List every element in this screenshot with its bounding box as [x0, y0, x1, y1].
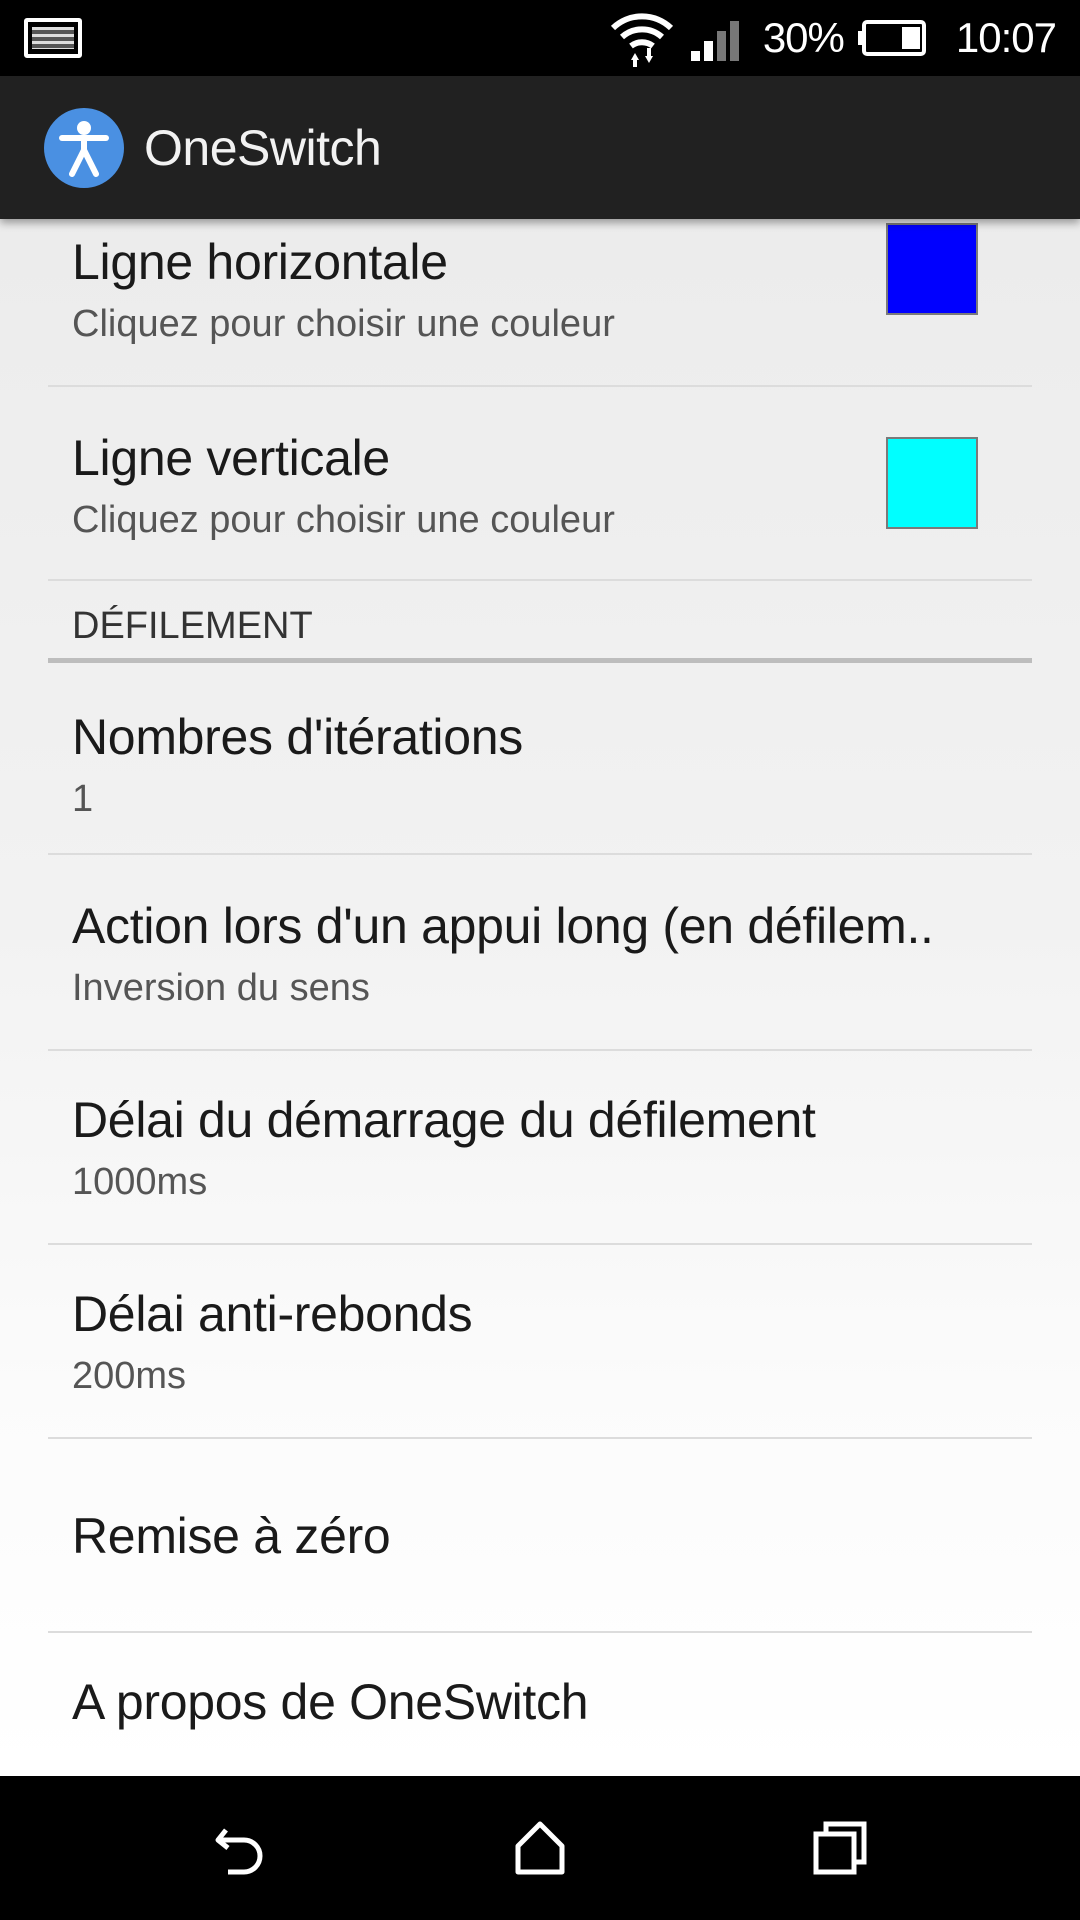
pref-horizontal-line-color[interactable]: Ligne horizontale Cliquez pour choisir u… [48, 219, 1032, 387]
pref-title: Ligne verticale [72, 430, 390, 486]
pref-title: Nombres d'itérations [72, 709, 523, 765]
pref-about[interactable]: A propos de OneSwitch [48, 1633, 1032, 1776]
wifi-icon [610, 13, 673, 67]
pref-debounce-delay[interactable]: Délai anti-rebonds 200ms [48, 1245, 1032, 1439]
recents-icon[interactable] [808, 1816, 872, 1880]
pref-title: Remise à zéro [72, 1508, 391, 1564]
pref-summary: Cliquez pour choisir une couleur [72, 303, 615, 345]
category-title: DÉFILEMENT [72, 605, 313, 647]
navigation-bar [0, 1776, 1080, 1920]
pref-summary: Inversion du sens [72, 967, 370, 1009]
category-header-scroll: DÉFILEMENT [48, 581, 1032, 663]
pref-title: Délai du démarrage du défilement [72, 1092, 816, 1148]
pref-summary: 1000ms [72, 1161, 208, 1203]
status-icons: 30% 10:07 [609, 0, 1057, 76]
pref-vertical-line-color[interactable]: Ligne verticale Cliquez pour choisir une… [48, 387, 1032, 581]
notification-image-icon [24, 18, 82, 58]
pref-summary: Cliquez pour choisir une couleur [72, 499, 615, 541]
settings-list[interactable]: Ligne horizontale Cliquez pour choisir u… [0, 219, 1080, 1776]
color-swatch-cyan[interactable] [886, 437, 978, 529]
pref-title: Délai anti-rebonds [72, 1286, 473, 1342]
app-title: OneSwitch [144, 119, 382, 176]
clock: 10:07 [955, 14, 1057, 61]
pref-title: Action lors d'un appui long (en défilem.… [72, 898, 934, 954]
app-bar: OneSwitch [0, 76, 1080, 219]
pref-summary: 1 [72, 778, 94, 820]
pref-iterations[interactable]: Nombres d'itérations 1 [48, 668, 1032, 855]
status-bar: 30% 10:07 [0, 0, 1080, 76]
back-icon[interactable] [208, 1816, 272, 1880]
pref-title: Ligne horizontale [72, 234, 448, 290]
signal-icon [690, 21, 739, 61]
accessibility-icon [44, 107, 124, 188]
pref-long-press-action[interactable]: Action lors d'un appui long (en défilem.… [48, 857, 1032, 1051]
pref-scroll-start-delay[interactable]: Délai du démarrage du défilement 1000ms [48, 1051, 1032, 1245]
battery-icon [857, 20, 926, 56]
pref-summary: 200ms [72, 1355, 187, 1397]
pref-title: A propos de OneSwitch [72, 1674, 589, 1730]
battery-percent: 30% [762, 14, 845, 61]
color-swatch-blue[interactable] [886, 223, 978, 315]
home-icon[interactable] [508, 1816, 572, 1880]
pref-reset[interactable]: Remise à zéro [48, 1439, 1032, 1633]
